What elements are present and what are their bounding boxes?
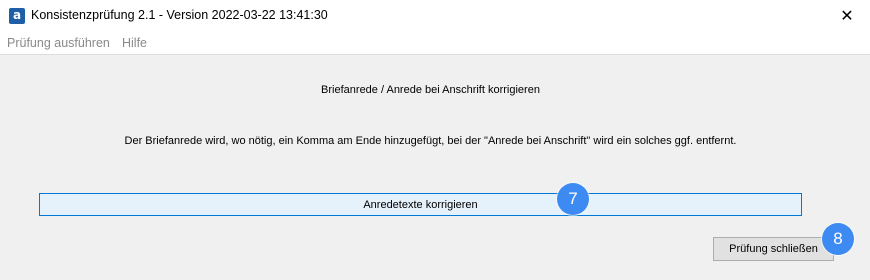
menu-item-pruefung-ausfuehren[interactable]: Prüfung ausführen	[7, 36, 110, 50]
correct-salutations-button[interactable]: Anredetexte korrigieren	[39, 193, 802, 216]
description-text: Der Briefanrede wird, wo nötig, ein Komm…	[124, 135, 737, 147]
window-title: Konsistenzprüfung 2.1 - Version 2022-03-…	[31, 8, 328, 22]
section-heading: Briefanrede / Anrede bei Anschrift korri…	[321, 84, 540, 96]
close-icon: ✕	[840, 8, 854, 25]
title-bar[interactable]: a Konsistenzprüfung 2.1 - Version 2022-0…	[0, 0, 870, 32]
step-badge-7: 7	[557, 183, 589, 215]
step-badge-8: 8	[822, 223, 854, 255]
menu-item-hilfe[interactable]: Hilfe	[122, 36, 147, 50]
close-check-button[interactable]: Prüfung schließen	[713, 237, 834, 261]
app-window: a Konsistenzprüfung 2.1 - Version 2022-0…	[0, 0, 870, 280]
main-panel: Briefanrede / Anrede bei Anschrift korri…	[0, 55, 870, 280]
close-window-button[interactable]: ✕	[824, 0, 870, 32]
menu-bar: Prüfung ausführen Hilfe	[0, 32, 870, 55]
app-icon: a	[9, 8, 25, 24]
